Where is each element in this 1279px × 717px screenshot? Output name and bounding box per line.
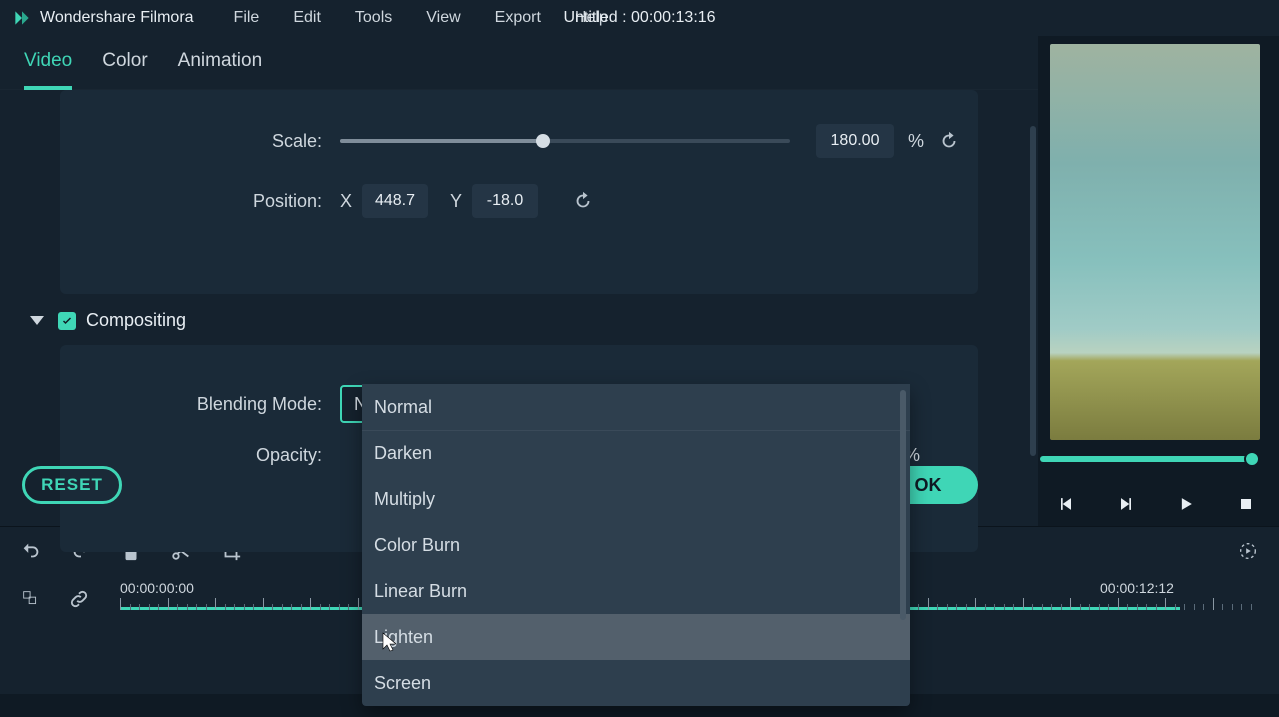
blending-mode-dropdown: Normal Darken Multiply Color Burn Linear…	[362, 384, 910, 706]
blend-option-lighten[interactable]: Lighten	[362, 614, 910, 660]
menu-edit[interactable]: Edit	[293, 9, 321, 27]
compositing-checkbox[interactable]	[58, 312, 76, 330]
menu-file[interactable]: File	[234, 9, 260, 27]
reset-position-icon[interactable]	[572, 190, 594, 212]
preview-scrubber[interactable]	[1040, 456, 1256, 462]
blend-option-linear-burn[interactable]: Linear Burn	[362, 568, 910, 614]
preview-viewport[interactable]	[1050, 44, 1260, 440]
marker-icon[interactable]	[20, 588, 42, 610]
scale-percent-label: %	[908, 131, 924, 152]
render-icon[interactable]	[1237, 540, 1259, 562]
preview-panel	[1038, 36, 1279, 526]
title-bar: Wondershare Filmora File Edit Tools View…	[0, 0, 1279, 36]
blend-option-darken[interactable]: Darken	[362, 430, 910, 476]
tab-animation[interactable]: Animation	[178, 50, 263, 86]
disclosure-triangle-icon[interactable]	[30, 316, 44, 325]
inspector-panel: Video Color Animation Scale: 180.00 %	[0, 36, 1038, 526]
menu-tools[interactable]: Tools	[355, 9, 392, 27]
play-icon[interactable]	[1176, 494, 1196, 514]
timecode-0: 00:00:00:00	[120, 580, 194, 596]
scale-label: Scale:	[60, 131, 340, 152]
position-x-label: X	[340, 191, 352, 212]
timecode-2: 00:00:12:12	[1100, 580, 1174, 596]
stop-icon[interactable]	[1236, 494, 1256, 514]
menu-view[interactable]: View	[426, 9, 460, 27]
main-menu: File Edit Tools View Export Help	[234, 9, 608, 27]
position-y-field[interactable]: -18.0	[472, 184, 538, 218]
blending-mode-label: Blending Mode:	[60, 394, 340, 415]
link-icon[interactable]	[68, 588, 90, 610]
app-logo-icon	[12, 8, 32, 28]
reset-button[interactable]: RESET	[22, 466, 122, 504]
next-frame-icon[interactable]	[1116, 494, 1136, 514]
scale-slider[interactable]	[340, 139, 790, 143]
menu-export[interactable]: Export	[495, 9, 541, 27]
compositing-title: Compositing	[86, 310, 186, 331]
prev-frame-icon[interactable]	[1056, 494, 1076, 514]
blend-option-color-burn[interactable]: Color Burn	[362, 522, 910, 568]
opacity-label: Opacity:	[60, 445, 340, 466]
tab-color[interactable]: Color	[102, 50, 147, 86]
app-name: Wondershare Filmora	[40, 9, 194, 27]
panel-scrollbar[interactable]	[1030, 126, 1036, 456]
compositing-section-header: Compositing	[0, 294, 1038, 345]
preview-transport	[1056, 494, 1256, 514]
blend-option-multiply[interactable]: Multiply	[362, 476, 910, 522]
scale-value-field[interactable]: 180.00	[816, 124, 894, 158]
blend-option-screen[interactable]: Screen	[362, 660, 910, 706]
dropdown-scrollbar[interactable]	[900, 390, 906, 620]
blend-option-normal[interactable]: Normal	[362, 384, 910, 430]
position-x-field[interactable]: 448.7	[362, 184, 428, 218]
position-y-label: Y	[450, 191, 462, 212]
position-label: Position:	[60, 191, 340, 212]
tab-video[interactable]: Video	[24, 50, 72, 90]
reset-scale-icon[interactable]	[938, 130, 960, 152]
document-title: Untitled : 00:00:13:16	[563, 9, 715, 27]
inspector-tabs: Video Color Animation	[0, 36, 1038, 90]
transform-section: Scale: 180.00 % Position: X 448.7 Y -18.…	[60, 90, 978, 294]
